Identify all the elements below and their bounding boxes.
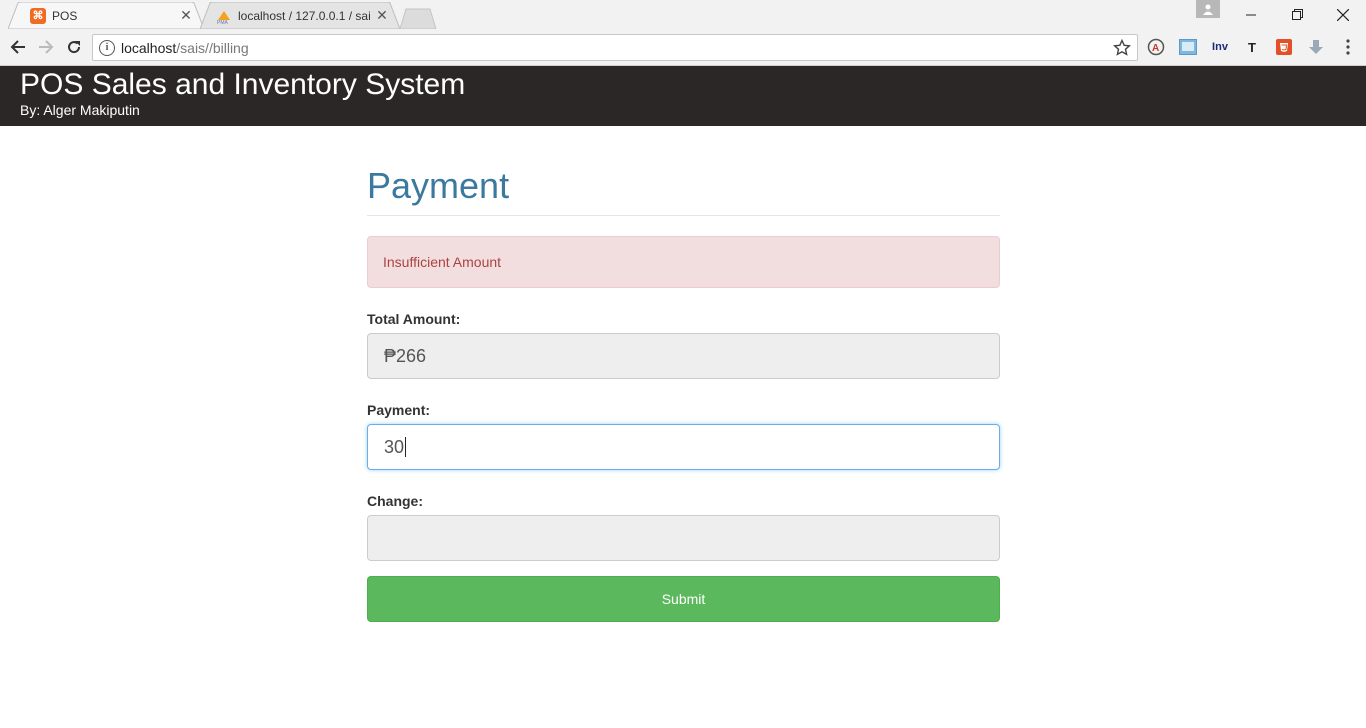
url-path: /sais//billing — [176, 39, 249, 56]
svg-text:PMA: PMA — [217, 20, 229, 24]
total-amount-field: ₱266 — [367, 333, 1000, 379]
alert-message: Insufficient Amount — [383, 254, 502, 270]
payment-label: Payment: — [367, 402, 431, 418]
payment-input[interactable]: 30 — [367, 424, 1000, 470]
new-tab-button[interactable] — [400, 8, 438, 29]
inv-extension[interactable]: Inv — [1210, 37, 1230, 57]
download-icon[interactable] — [1306, 37, 1326, 57]
total-amount-value: ₱266 — [384, 345, 427, 366]
browser-tab-pos[interactable]: ⌘ POS ✕ — [8, 2, 204, 29]
phpmyadmin-icon: PMA — [216, 8, 232, 24]
browser-toolbar: i localhost/sais//billing A Inv T — [0, 29, 1366, 66]
window-controls — [1228, 0, 1366, 29]
error-alert: Insufficient Amount — [367, 236, 1000, 288]
divider — [367, 215, 1000, 216]
profile-icon[interactable] — [1196, 0, 1220, 18]
t-extension[interactable]: T — [1242, 37, 1262, 57]
tab-title: POS — [52, 8, 78, 23]
bookmark-ext-icon[interactable] — [1178, 37, 1198, 57]
bookmark-star-icon[interactable] — [1113, 39, 1131, 57]
restore-icon[interactable] — [1274, 0, 1320, 29]
close-window-icon[interactable] — [1320, 0, 1366, 29]
forward-icon[interactable] — [34, 35, 58, 59]
minimize-icon[interactable] — [1228, 0, 1274, 29]
url-host: localhost — [121, 39, 177, 56]
page-title: Payment — [367, 165, 510, 206]
xampp-icon: ⌘ — [30, 7, 46, 24]
text-caret — [405, 437, 407, 457]
browser-tab-phpmyadmin[interactable]: PMA localhost / 127.0.0.1 / sai ✕ — [200, 2, 400, 29]
payment-form: Payment Insufficient Amount Total Amount… — [367, 126, 1000, 622]
app-header: POS Sales and Inventory System By: Alger… — [0, 66, 1366, 126]
tab-title: localhost / 127.0.0.1 / sai — [238, 8, 371, 23]
close-tab-icon[interactable]: ✕ — [374, 7, 390, 24]
app-byline: By: Alger Makiputin — [20, 102, 140, 118]
back-icon[interactable] — [6, 35, 30, 59]
submit-button[interactable]: Submit — [367, 576, 1000, 622]
change-label: Change: — [367, 493, 423, 509]
app-title: POS Sales and Inventory System — [20, 68, 466, 101]
site-info-icon[interactable]: i — [99, 39, 115, 56]
browser-tabstrip: ⌘ POS ✕ PMA localhost / 127.0.0.1 / sai … — [0, 0, 1366, 29]
change-field — [367, 515, 1000, 561]
html5-icon[interactable] — [1274, 37, 1294, 57]
submit-label: Submit — [661, 591, 706, 607]
menu-icon[interactable] — [1338, 37, 1358, 57]
adblock-icon[interactable]: A — [1146, 37, 1166, 57]
close-tab-icon[interactable]: ✕ — [178, 7, 194, 24]
address-bar[interactable]: i localhost/sais//billing — [92, 34, 1138, 61]
svg-text:A: A — [1152, 43, 1159, 54]
reload-icon[interactable] — [62, 35, 86, 59]
payment-input-value: 30 — [384, 436, 405, 457]
total-amount-label: Total Amount: — [367, 311, 461, 327]
